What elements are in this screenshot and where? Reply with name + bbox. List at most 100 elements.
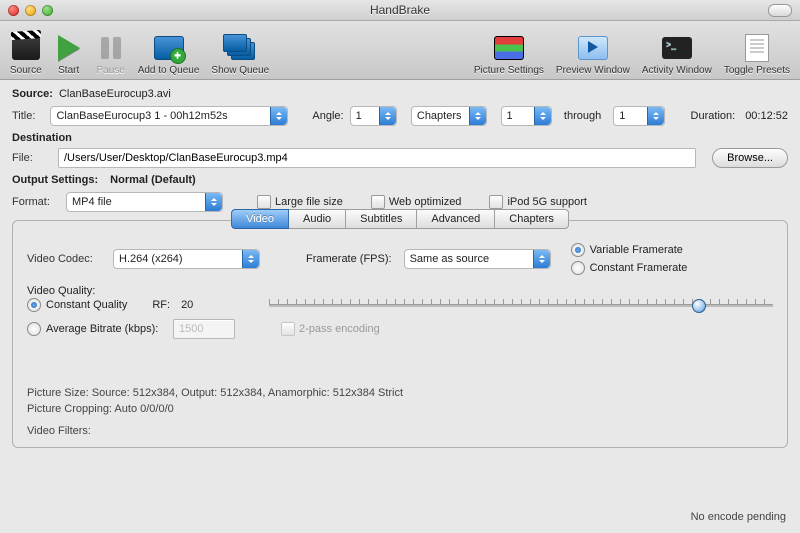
show-queue-label: Show Queue <box>211 65 269 76</box>
title-select[interactable]: ClanBaseEurocup3 1 - 00h12m52s <box>50 106 288 126</box>
large-file-checkbox[interactable]: Large file size <box>257 195 343 209</box>
clapperboard-icon <box>12 36 40 60</box>
activity-window-label: Activity Window <box>642 65 712 76</box>
range-mode-select[interactable]: Chapters <box>411 106 487 126</box>
toggle-presets-button[interactable]: Toggle Presets <box>724 33 790 76</box>
preview-window-icon <box>578 36 608 60</box>
average-bitrate-radio[interactable]: Average Bitrate (kbps): <box>27 322 167 336</box>
format-label: Format: <box>12 196 60 208</box>
chevron-up-down-icon <box>469 107 486 125</box>
two-pass-label: 2-pass encoding <box>299 323 380 335</box>
source-label: Source: <box>12 88 53 100</box>
show-queue-icon <box>225 36 255 60</box>
framerate-label: Framerate (FPS): <box>306 253 392 265</box>
tab-audio[interactable]: Audio <box>289 209 346 229</box>
angle-label: Angle: <box>312 110 343 122</box>
toggle-presets-icon <box>745 34 769 62</box>
chapter-from-value: 1 <box>507 110 513 122</box>
radio-icon <box>27 322 41 336</box>
source-value: ClanBaseEurocup3.avi <box>59 88 171 100</box>
pause-button: Pause <box>96 33 126 76</box>
toolbar: Source Start Pause Add to Queue Show Que… <box>0 21 800 80</box>
video-codec-value: H.264 (x264) <box>119 253 183 265</box>
tab-subtitles[interactable]: Subtitles <box>346 209 417 229</box>
source-label: Source <box>10 65 42 76</box>
window-title: HandBrake <box>0 3 800 17</box>
picture-settings-button[interactable]: Picture Settings <box>474 33 544 76</box>
start-button[interactable]: Start <box>54 33 84 76</box>
destination-heading: Destination <box>12 132 788 144</box>
angle-value: 1 <box>356 110 362 122</box>
rf-label: RF: <box>152 299 170 311</box>
chevron-up-down-icon <box>647 107 664 125</box>
web-optimized-checkbox[interactable]: Web optimized <box>371 195 462 209</box>
format-value: MP4 file <box>72 196 112 208</box>
picture-crop-line: Picture Cropping: Auto 0/0/0/0 <box>27 403 773 415</box>
format-select[interactable]: MP4 file <box>66 192 223 212</box>
browse-button[interactable]: Browse... <box>712 148 788 168</box>
preview-window-label: Preview Window <box>556 65 630 76</box>
checkbox-icon <box>257 195 271 209</box>
toggle-presets-label: Toggle Presets <box>724 65 790 76</box>
title-bar: HandBrake <box>0 0 800 21</box>
chevron-up-down-icon <box>534 107 551 125</box>
rf-value: 20 <box>181 299 193 311</box>
through-label: through <box>564 110 601 122</box>
pause-label: Pause <box>97 65 125 76</box>
constant-quality-radio[interactable]: Constant Quality RF: 20 <box>27 298 197 312</box>
toolbar-toggle-icon[interactable] <box>768 4 792 17</box>
variable-framerate-radio[interactable]: Variable Framerate <box>571 243 688 257</box>
radio-icon <box>27 298 41 312</box>
constant-framerate-radio[interactable]: Constant Framerate <box>571 261 688 275</box>
video-codec-select[interactable]: H.264 (x264) <box>113 249 260 269</box>
chevron-up-down-icon <box>270 107 287 125</box>
picture-settings-icon <box>494 36 524 60</box>
web-optimized-label: Web optimized <box>389 196 462 208</box>
checkbox-icon <box>281 322 295 336</box>
chapter-from-select[interactable]: 1 <box>501 106 552 126</box>
output-settings-heading: Output Settings: <box>12 174 98 186</box>
close-icon[interactable] <box>8 5 19 16</box>
add-to-queue-icon <box>154 36 184 60</box>
quality-slider[interactable] <box>269 297 773 313</box>
framerate-select[interactable]: Same as source <box>404 249 551 269</box>
ipod-checkbox[interactable]: iPod 5G support <box>489 195 587 209</box>
tab-video[interactable]: Video <box>231 209 289 229</box>
angle-select[interactable]: 1 <box>350 106 397 126</box>
abr-label: Average Bitrate (kbps): <box>46 323 158 335</box>
video-quality-heading: Video Quality: <box>27 285 773 297</box>
large-file-label: Large file size <box>275 196 343 208</box>
tabs: Video Audio Subtitles Advanced Chapters <box>231 209 569 229</box>
tab-chapters[interactable]: Chapters <box>495 209 569 229</box>
ipod-label: iPod 5G support <box>507 196 587 208</box>
radio-icon <box>571 261 585 275</box>
duration-value: 00:12:52 <box>745 110 788 122</box>
tab-advanced[interactable]: Advanced <box>417 209 495 229</box>
bitrate-input <box>173 319 235 339</box>
title-label: Title: <box>12 110 44 122</box>
add-to-queue-button[interactable]: Add to Queue <box>138 33 200 76</box>
activity-window-icon <box>662 37 692 59</box>
framerate-value: Same as source <box>410 253 489 265</box>
zoom-icon[interactable] <box>42 5 53 16</box>
output-preset: Normal (Default) <box>110 174 196 186</box>
show-queue-button[interactable]: Show Queue <box>211 33 269 76</box>
add-to-queue-label: Add to Queue <box>138 65 200 76</box>
chevron-up-down-icon <box>379 107 396 125</box>
vfr-label: Variable Framerate <box>590 244 683 256</box>
picture-size-line: Picture Size: Source: 512x384, Output: 5… <box>27 387 773 399</box>
checkbox-icon <box>371 195 385 209</box>
pause-icon <box>101 37 121 59</box>
video-filters-line: Video Filters: <box>27 425 773 437</box>
minimize-icon[interactable] <box>25 5 36 16</box>
destination-file-input[interactable] <box>58 148 696 168</box>
cfr-label: Constant Framerate <box>590 262 688 274</box>
activity-window-button[interactable]: Activity Window <box>642 33 712 76</box>
chapter-to-select[interactable]: 1 <box>613 106 664 126</box>
radio-icon <box>571 243 585 257</box>
source-button[interactable]: Source <box>10 33 42 76</box>
preview-window-button[interactable]: Preview Window <box>556 33 630 76</box>
settings-panel: Video Audio Subtitles Advanced Chapters … <box>12 220 788 448</box>
status-text: No encode pending <box>691 511 786 523</box>
duration-label: Duration: <box>691 110 736 122</box>
